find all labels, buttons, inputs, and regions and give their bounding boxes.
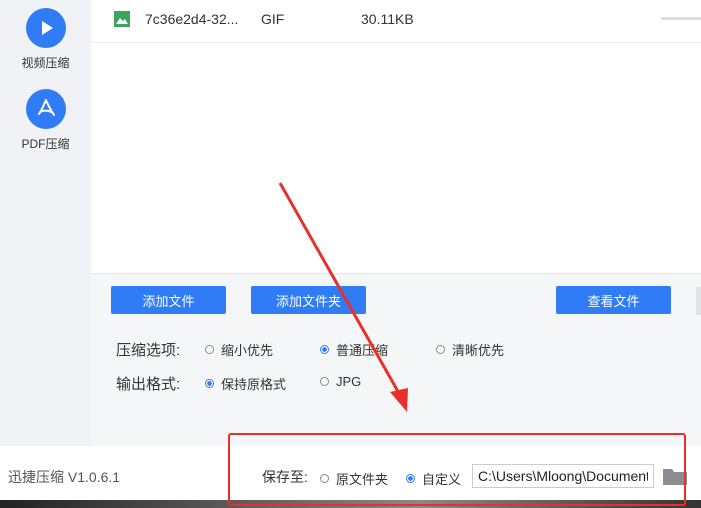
table-row[interactable]: 7c36e2d4-32... GIF 30.11KB (91, 0, 701, 43)
output-format-label: 输出格式: (116, 376, 181, 393)
pdf-icon (25, 89, 66, 129)
compress-options-label: 压缩选项: (116, 342, 181, 359)
radio-keep-format[interactable]: 保持原格式 (205, 374, 286, 393)
sidebar-item-video-compress[interactable]: 视频压缩 (0, 8, 91, 71)
footer-bar: 迅捷压缩 V1.0.6.1 保存至: 原文件夹 自定义 (0, 446, 701, 508)
save-path-input[interactable] (472, 464, 654, 488)
sidebar-item-pdf-compress[interactable]: PDF压缩 (0, 89, 91, 152)
radio-dot (320, 474, 329, 483)
radio-dot (205, 379, 214, 388)
radio-custom-folder[interactable]: 自定义 (406, 469, 461, 488)
file-format: GIF (261, 11, 285, 27)
radio-dot (436, 345, 445, 354)
add-file-button[interactable]: 添加文件 (111, 286, 226, 314)
radio-clarity-first[interactable]: 清晰优先 (436, 340, 504, 359)
radio-normal-compress[interactable]: 普通压缩 (320, 340, 388, 359)
play-icon (25, 8, 66, 48)
sidebar-item-label: PDF压缩 (21, 137, 70, 151)
main-panel: 7c36e2d4-32... GIF 30.11KB 添加文件 添加文件夹 查看… (91, 0, 701, 446)
radio-dot (205, 345, 214, 354)
add-folder-button[interactable]: 添加文件夹 (251, 286, 366, 314)
sidebar: 视频压缩 PDF压缩 (0, 0, 91, 446)
background-strip (0, 500, 701, 508)
radio-label: 保持原格式 (221, 377, 287, 392)
radio-dot (320, 377, 329, 386)
radio-label: 原文件夹 (336, 472, 389, 487)
image-icon (113, 10, 131, 28)
radio-label: 普通压缩 (336, 343, 389, 358)
file-size: 30.11KB (361, 11, 414, 27)
sidebar-item-label: 视频压缩 (21, 56, 70, 70)
progress-bar (661, 17, 701, 20)
save-to-label: 保存至: (262, 469, 308, 485)
radio-label: 清晰优先 (452, 343, 505, 358)
radio-jpg[interactable]: JPG (320, 374, 361, 389)
radio-label: 缩小优先 (221, 343, 274, 358)
radio-original-folder[interactable]: 原文件夹 (320, 469, 388, 488)
app-version: 迅捷压缩 V1.0.6.1 (8, 469, 121, 485)
file-name: 7c36e2d4-32... (145, 11, 239, 27)
view-files-button[interactable]: 查看文件 (556, 286, 671, 314)
radio-shrink-first[interactable]: 缩小优先 (205, 340, 273, 359)
folder-icon[interactable] (662, 466, 688, 491)
radio-dot (320, 345, 329, 354)
radio-label: 自定义 (422, 472, 462, 487)
scrollbar[interactable] (696, 287, 701, 315)
radio-dot (406, 474, 415, 483)
radio-label: JPG (336, 374, 362, 389)
file-list: 7c36e2d4-32... GIF 30.11KB (91, 0, 701, 274)
